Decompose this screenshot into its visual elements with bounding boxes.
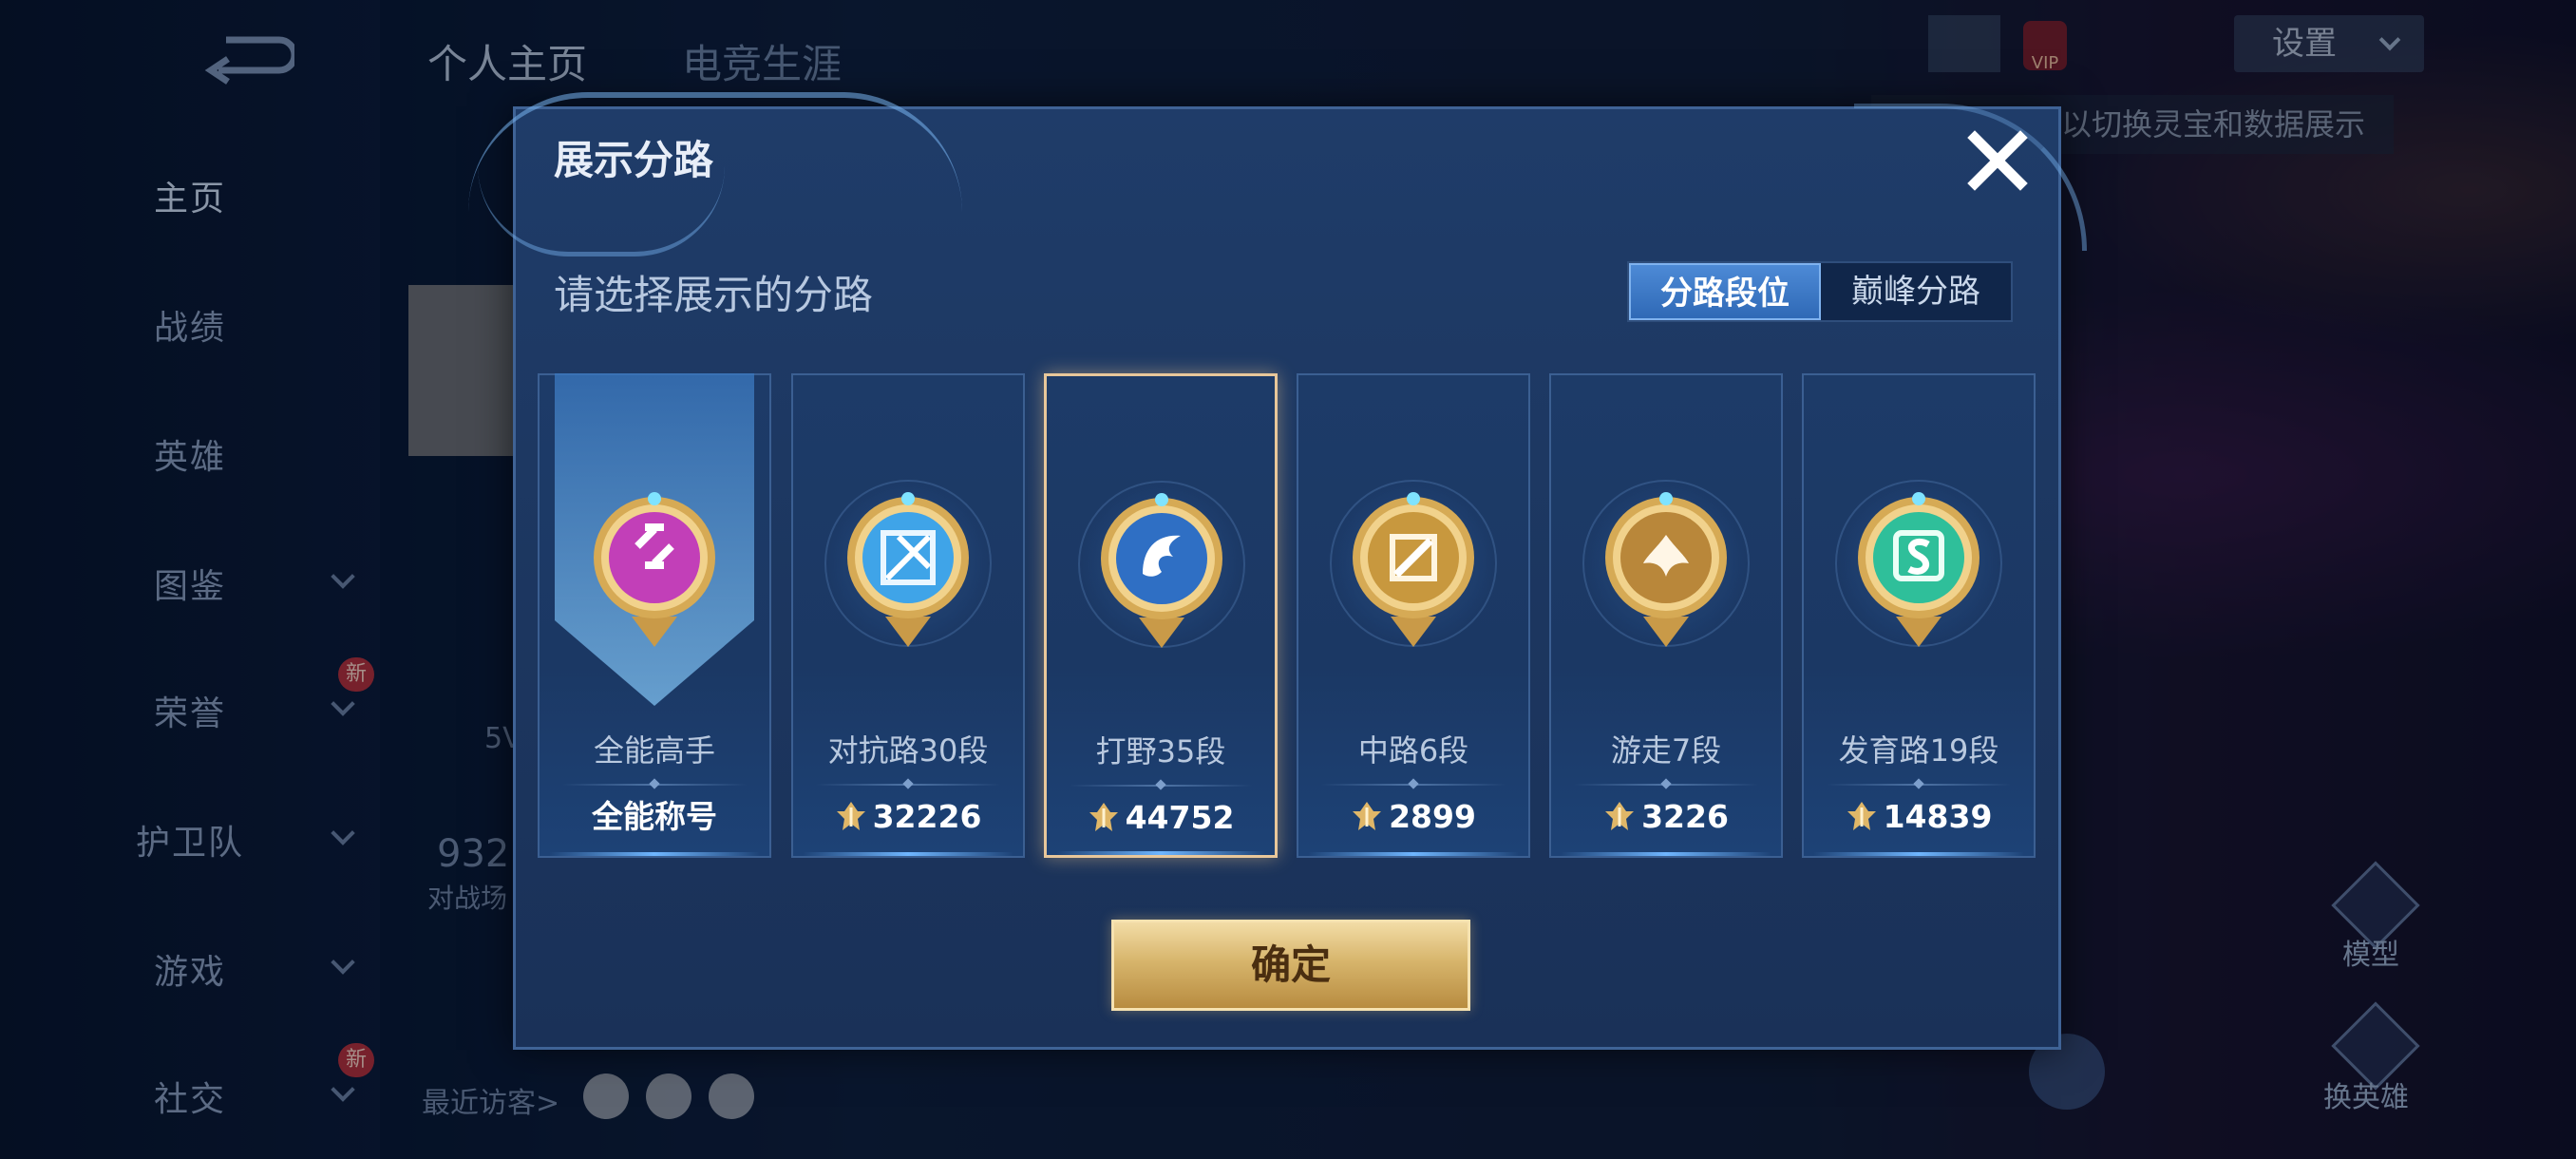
lane-score-value: 44752 bbox=[1125, 799, 1235, 836]
lane-card[interactable]: 游走7段 3226 bbox=[1549, 373, 1783, 858]
power-icon bbox=[1605, 802, 1635, 830]
lane-score-value: 全能称号 bbox=[592, 798, 717, 835]
all-round-emblem-icon bbox=[594, 492, 715, 647]
lane-name: 全能高手 bbox=[593, 732, 715, 769]
divider bbox=[1070, 785, 1252, 787]
lane-name: 对抗路30段 bbox=[827, 732, 989, 769]
card-glow bbox=[1813, 852, 2024, 856]
card-glow bbox=[1056, 851, 1265, 855]
lane-card[interactable]: 发育路19段 14839 bbox=[1802, 373, 2036, 858]
dialog-subtitle: 请选择展示的分路 bbox=[554, 272, 874, 318]
power-icon bbox=[1353, 802, 1382, 830]
lane-score-value: 2899 bbox=[1389, 798, 1476, 835]
card-glow bbox=[803, 852, 1013, 856]
lane-card[interactable]: 全能高手 全能称号 bbox=[538, 373, 771, 858]
lane-card[interactable]: 对抗路30段 32226 bbox=[791, 373, 1025, 858]
lane-score: 14839 bbox=[1804, 793, 2034, 841]
jungle-emblem-icon bbox=[1101, 493, 1222, 648]
divider bbox=[1321, 784, 1506, 786]
lane-card[interactable]: 中路6段 2899 bbox=[1297, 373, 1530, 858]
card-glow bbox=[1308, 852, 1519, 856]
lane-type-toggle: 分路段位 巅峰分路 bbox=[1627, 261, 2013, 322]
lane-name: 打野35段 bbox=[1095, 733, 1226, 770]
lane-score-value: 32226 bbox=[872, 798, 982, 835]
divider bbox=[1827, 784, 2011, 786]
divider bbox=[816, 784, 1000, 786]
card-glow bbox=[1561, 852, 1771, 856]
power-icon bbox=[836, 802, 865, 830]
power-icon bbox=[1089, 803, 1118, 831]
lane-name: 发育路19段 bbox=[1838, 732, 1999, 769]
lane-score: 44752 bbox=[1047, 794, 1275, 842]
lane-display-dialog: 展示分路 请选择展示的分路 分路段位 巅峰分路 全能高手 全能称号 对抗路30段 32… bbox=[468, 92, 2087, 1050]
card-glow bbox=[549, 852, 760, 856]
lane-score: 3226 bbox=[1551, 793, 1781, 841]
dialog-title: 展示分路 bbox=[554, 137, 714, 183]
lane-name: 游走7段 bbox=[1610, 732, 1722, 769]
divider bbox=[1574, 784, 1758, 786]
divider bbox=[562, 784, 747, 786]
lane-score: 2899 bbox=[1298, 793, 1528, 841]
clash-lane-emblem-icon bbox=[847, 492, 969, 647]
lane-score-value: 3226 bbox=[1641, 798, 1729, 835]
confirm-button[interactable]: 确定 bbox=[1111, 920, 1470, 1011]
tab-lane-rank[interactable]: 分路段位 bbox=[1629, 263, 1821, 320]
lane-score-value: 14839 bbox=[1883, 798, 1993, 835]
lane-name: 中路6段 bbox=[1357, 732, 1469, 769]
lane-score: 全能称号 bbox=[540, 793, 769, 841]
mid-lane-emblem-icon bbox=[1353, 492, 1474, 647]
tab-peak-lane[interactable]: 巅峰分路 bbox=[1821, 263, 2011, 320]
close-icon[interactable] bbox=[1961, 124, 2034, 197]
power-icon bbox=[1847, 802, 1876, 830]
lane-score: 32226 bbox=[793, 793, 1023, 841]
roam-emblem-icon bbox=[1605, 492, 1727, 647]
lane-card[interactable]: 打野35段 44752 bbox=[1044, 373, 1278, 858]
farm-lane-emblem-icon bbox=[1858, 492, 1979, 647]
